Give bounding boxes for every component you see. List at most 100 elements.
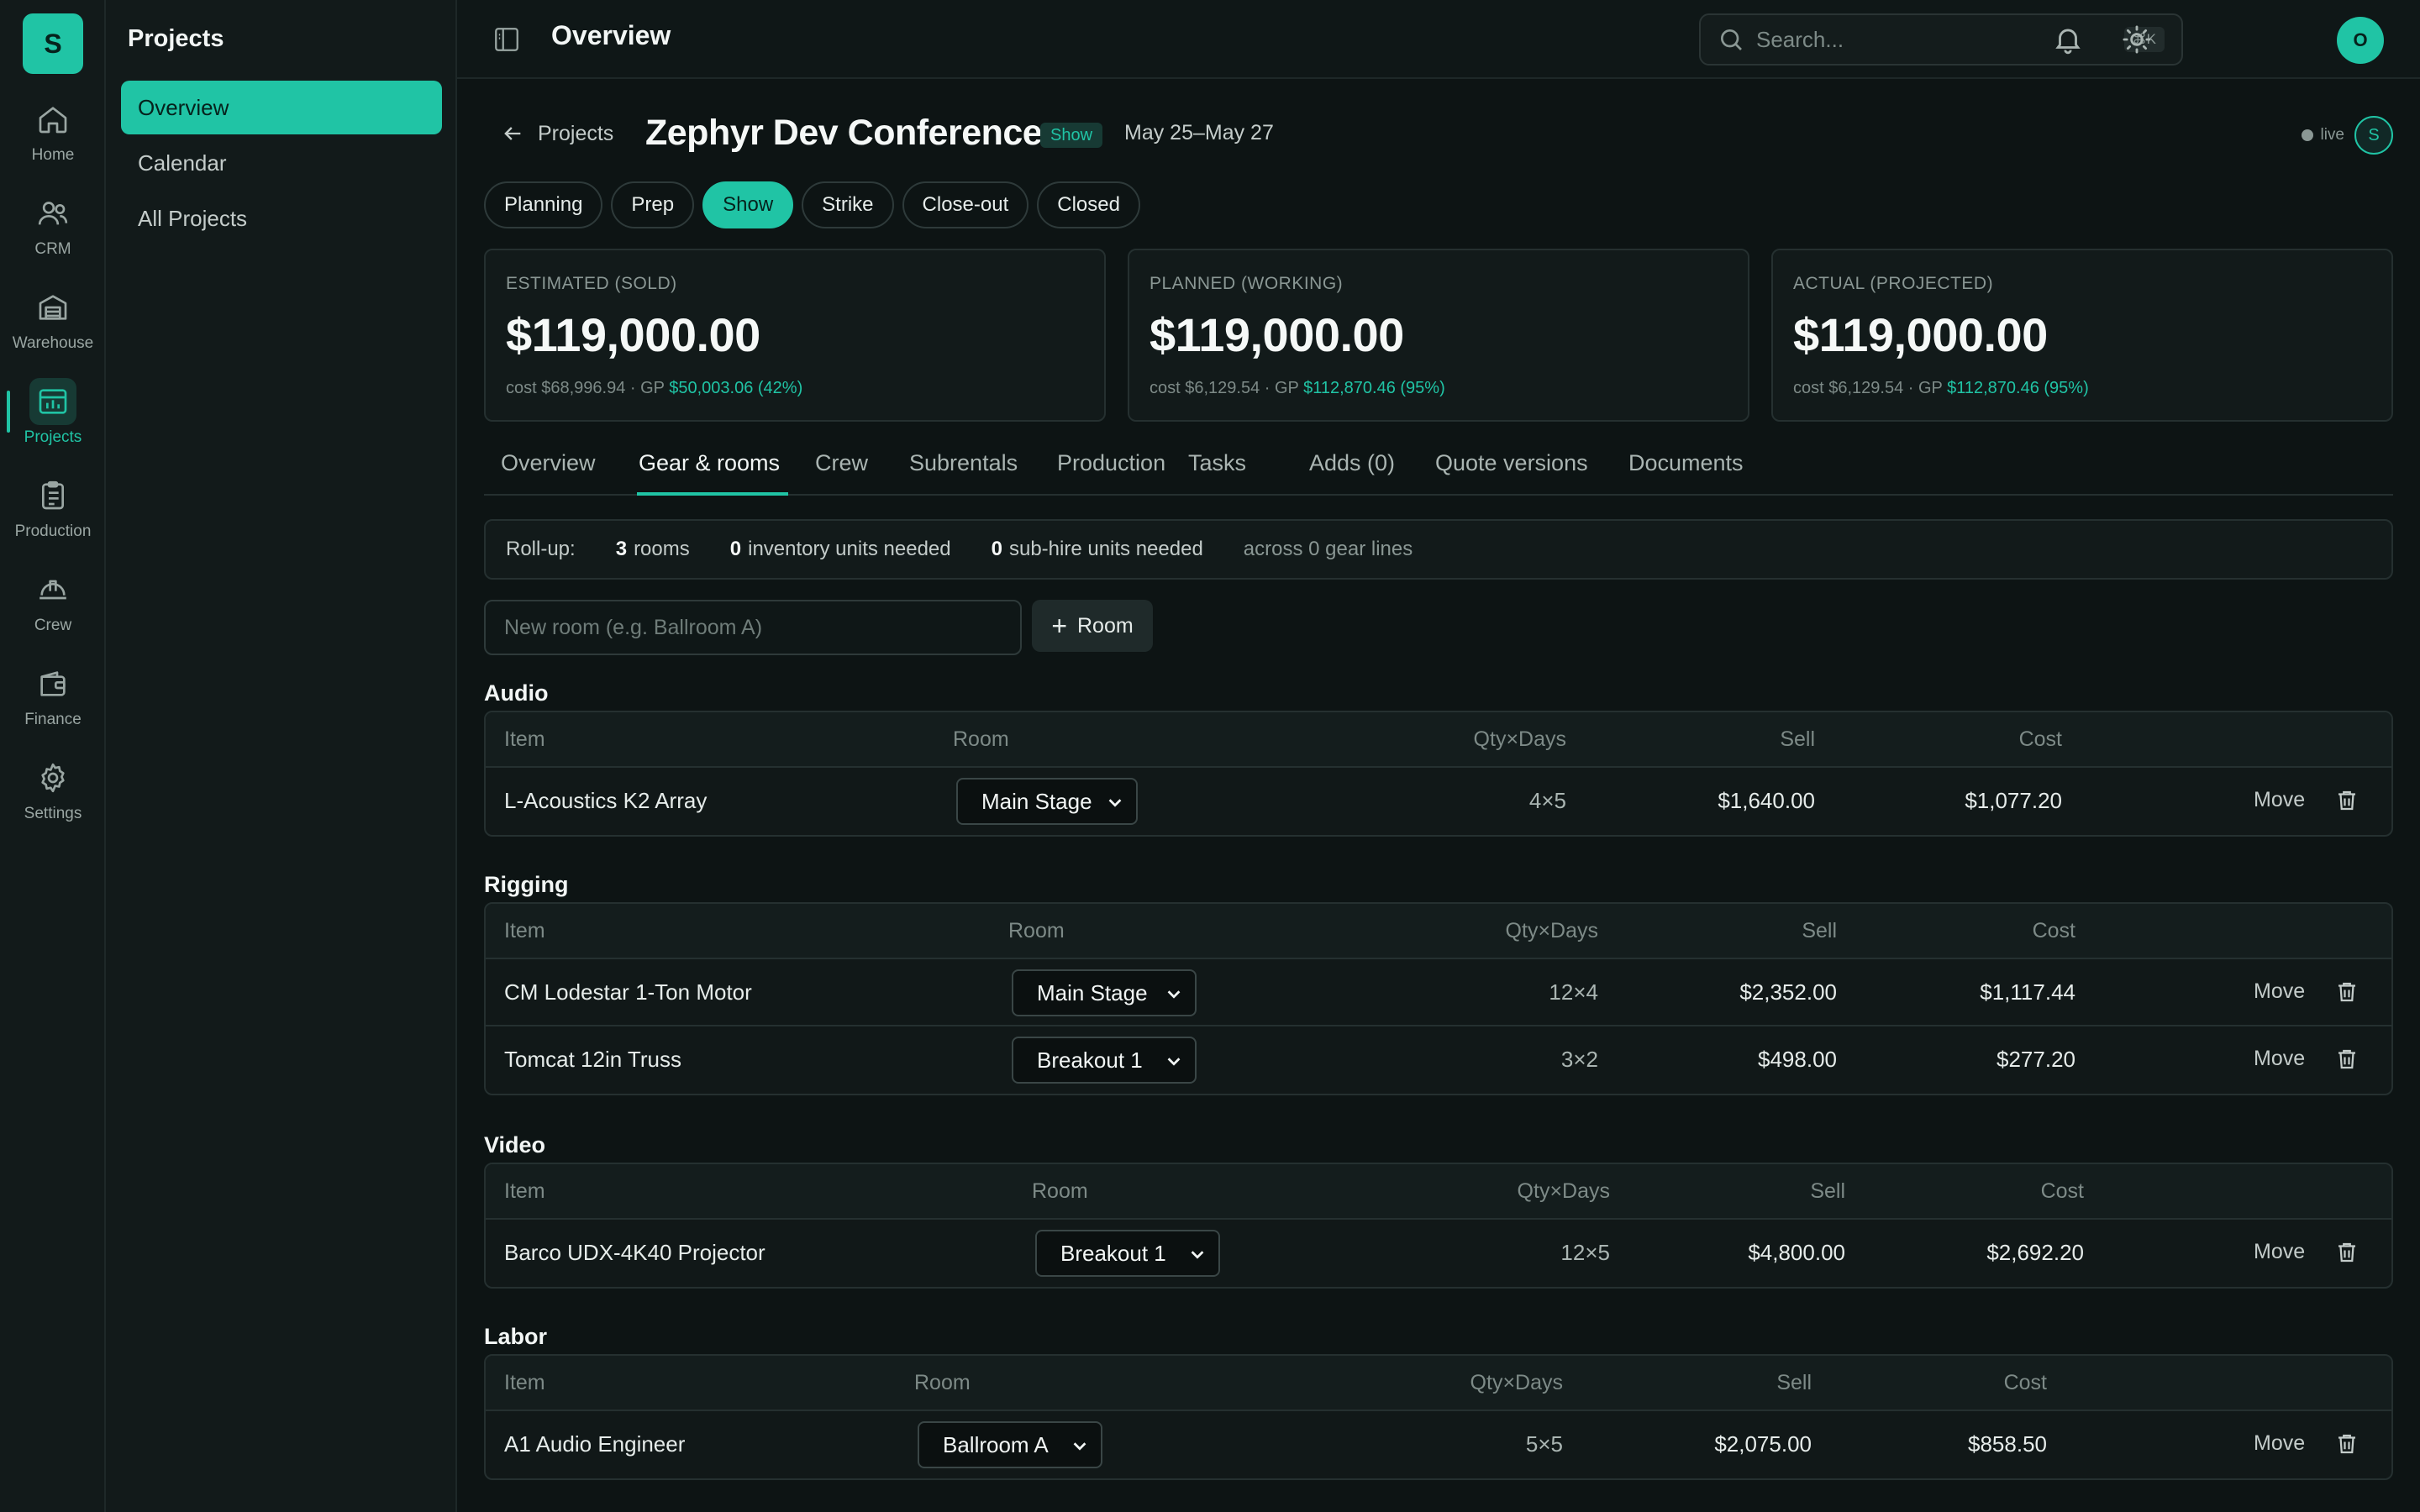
cost-value: $2,692.20 xyxy=(1986,1240,2084,1265)
rail-item-warehouse[interactable]: Warehouse xyxy=(0,284,106,368)
plus-icon: + xyxy=(1051,611,1067,641)
card-cost-gp: cost $6,129.54 · GP $112,870.46 (95%) xyxy=(1793,379,2089,397)
phase-close-out[interactable]: Close-out xyxy=(902,181,1029,228)
theme-toggle-icon[interactable] xyxy=(2121,24,2153,55)
table-row: Barco UDX-4K40 Projector Breakout 1 12×5 $4… xyxy=(486,1220,2391,1287)
project-title: Zephyr Dev Conference xyxy=(645,113,1043,153)
rail-item-crm[interactable]: CRM xyxy=(0,190,106,274)
table-row: A1 Audio Engineer Ballroom A 5×5 $2,075.00 $… xyxy=(486,1411,2391,1478)
clipboard-icon xyxy=(42,480,64,510)
phase-planning[interactable]: Planning xyxy=(484,181,603,228)
new-room-input[interactable] xyxy=(484,600,1022,655)
rollup-gear-lines: across 0 gear lines xyxy=(1243,538,1413,560)
bell-icon[interactable] xyxy=(2052,24,2084,55)
card-amount: $119,000.00 xyxy=(1793,308,2048,361)
gear-table-video: Item Room Qty×Days Sell Cost Barco UDX-4K40 P… xyxy=(484,1163,2393,1289)
summary-card: ESTIMATED (SOLD) $119,000.00 cost $68,996.… xyxy=(484,249,1106,422)
page-title: Overview xyxy=(551,20,671,50)
phase-strike[interactable]: Strike xyxy=(802,181,894,228)
room-select[interactable]: Breakout 1 xyxy=(1035,1230,1220,1277)
col-sell: Sell xyxy=(1810,1179,1845,1203)
warehouse-icon xyxy=(39,295,67,320)
trash-icon[interactable] xyxy=(2334,1240,2360,1265)
phase-show[interactable]: Show xyxy=(702,181,794,228)
rail-item-home[interactable]: Home xyxy=(0,96,106,180)
table-row: CM Lodestar 1-Ton Motor Main Stage 12×4 $2,… xyxy=(486,959,2391,1026)
move-button[interactable]: Move xyxy=(2254,1431,2305,1456)
item-name: Barco UDX-4K40 Projector xyxy=(504,1240,765,1265)
sidebar-toggle-icon[interactable] xyxy=(492,25,521,54)
room-select[interactable]: Ballroom A xyxy=(918,1421,1102,1468)
tab-overview[interactable]: Overview xyxy=(501,450,596,496)
cost-value: $858.50 xyxy=(1968,1431,2047,1457)
tab-tasks[interactable]: Tasks xyxy=(1188,450,1246,496)
topbar: Overview ⌘K O xyxy=(457,0,2420,79)
phase-prep[interactable]: Prep xyxy=(611,181,695,228)
sidebar-item-calendar[interactable]: Calendar xyxy=(121,136,442,190)
tab-adds-0[interactable]: Adds (0) xyxy=(1309,450,1395,496)
item-name: CM Lodestar 1-Ton Motor xyxy=(504,979,752,1005)
col-sell: Sell xyxy=(1780,727,1815,751)
status-badge: Show xyxy=(1040,123,1103,148)
add-room-button[interactable]: + Room xyxy=(1032,600,1153,652)
item-name: A1 Audio Engineer xyxy=(504,1431,686,1457)
tab-crew[interactable]: Crew xyxy=(815,450,868,496)
sidebar-item-overview[interactable]: Overview xyxy=(121,81,442,134)
phase-closed[interactable]: Closed xyxy=(1037,181,1140,228)
rail-item-settings[interactable]: Settings xyxy=(0,754,106,838)
qty-days: 5×5 xyxy=(1525,1431,1563,1457)
move-button[interactable]: Move xyxy=(2254,788,2305,812)
col-qty-days: Qty×Days xyxy=(1470,1371,1563,1394)
col-item: Item xyxy=(504,1371,545,1394)
col-qty-days: Qty×Days xyxy=(1505,919,1598,942)
room-select[interactable]: Breakout 1 xyxy=(1012,1037,1197,1084)
trash-icon[interactable] xyxy=(2334,788,2360,813)
tab-documents[interactable]: Documents xyxy=(1628,450,1744,496)
col-cost: Cost xyxy=(2018,727,2062,751)
presence-avatar[interactable]: S xyxy=(2354,116,2393,155)
move-button[interactable]: Move xyxy=(2254,1240,2305,1264)
chevron-down-icon xyxy=(1167,990,1181,999)
card-amount: $119,000.00 xyxy=(506,308,760,361)
tab-gear-rooms[interactable]: Gear & rooms xyxy=(637,450,789,496)
user-avatar[interactable]: O xyxy=(2337,17,2384,64)
trash-icon[interactable] xyxy=(2334,1047,2360,1072)
sell-value: $4,800.00 xyxy=(1748,1240,1845,1265)
gear-table-audio: Item Room Qty×Days Sell Cost L-Acoustics K2 A… xyxy=(484,711,2393,837)
search-input[interactable] xyxy=(1756,26,2092,53)
room-select[interactable]: Main Stage xyxy=(956,778,1138,825)
card-cost-gp: cost $68,996.94 · GP $50,003.06 (42%) xyxy=(506,379,803,397)
move-button[interactable]: Move xyxy=(2254,979,2305,1004)
col-room: Room xyxy=(914,1371,971,1394)
chevron-down-icon xyxy=(1167,1058,1181,1066)
col-sell: Sell xyxy=(1776,1371,1812,1394)
table-header: Item Room Qty×Days Sell Cost xyxy=(486,712,2391,768)
rail-item-label: Crew xyxy=(34,617,72,634)
back-label: Projects xyxy=(538,121,614,145)
cost-value: $1,077.20 xyxy=(1965,788,2062,813)
move-button[interactable]: Move xyxy=(2254,1047,2305,1071)
rail-item-crew[interactable]: Crew xyxy=(0,566,106,650)
app-logo[interactable]: S xyxy=(23,13,83,74)
table-header: Item Room Qty×Days Sell Cost xyxy=(486,1356,2391,1411)
tab-production[interactable]: Production xyxy=(1057,450,1165,496)
col-qty-days: Qty×Days xyxy=(1517,1179,1610,1203)
tab-quote-versions[interactable]: Quote versions xyxy=(1435,450,1588,496)
tab-subrentals[interactable]: Subrentals xyxy=(909,450,1018,496)
card-label: ACTUAL (PROJECTED) xyxy=(1793,274,1994,293)
card-amount: $119,000.00 xyxy=(1150,308,1404,361)
col-item: Item xyxy=(504,919,545,942)
col-cost: Cost xyxy=(2003,1371,2047,1394)
rail-item-projects[interactable]: Projects xyxy=(0,378,106,462)
col-cost: Cost xyxy=(2040,1179,2084,1203)
trash-icon[interactable] xyxy=(2334,1431,2360,1457)
search-box[interactable]: ⌘K xyxy=(1699,13,2183,66)
cost-value: $1,117.44 xyxy=(1980,979,2075,1005)
rail-item-finance[interactable]: Finance xyxy=(0,660,106,744)
back-to-projects-link[interactable]: Projects xyxy=(501,119,613,148)
sidebar-item-all-projects[interactable]: All Projects xyxy=(121,192,442,245)
rail-item-production[interactable]: Production xyxy=(0,472,106,556)
trash-icon[interactable] xyxy=(2334,979,2360,1005)
room-select[interactable]: Main Stage xyxy=(1012,969,1197,1016)
chevron-down-icon xyxy=(1073,1442,1086,1451)
